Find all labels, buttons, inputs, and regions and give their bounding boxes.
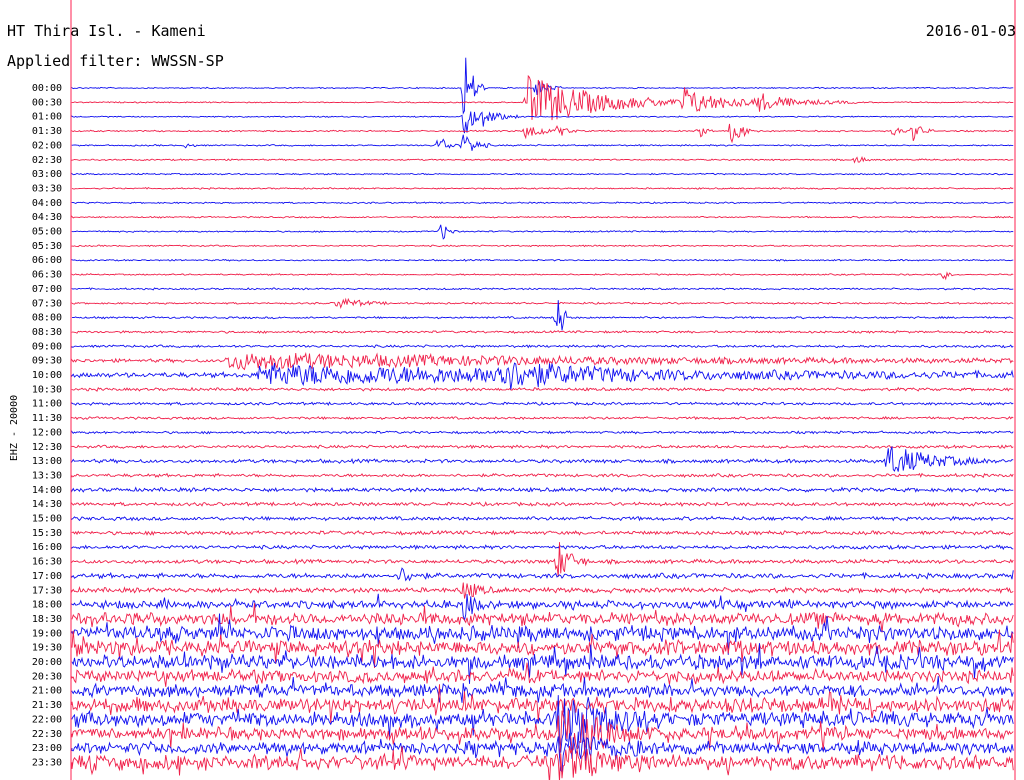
- row-label-1700: 17:00: [32, 571, 62, 582]
- row-label-0500: 05:00: [32, 227, 62, 238]
- row-label-1400: 14:00: [32, 485, 62, 496]
- trace-row-0500: [71, 224, 1014, 240]
- trace-row-1130: [71, 415, 1014, 421]
- row-label-2100: 21:00: [32, 686, 62, 697]
- row-label-1800: 18:00: [32, 600, 62, 611]
- row-label-1100: 11:00: [32, 399, 62, 410]
- trace-row-1530: [71, 529, 1014, 536]
- trace-row-0730: [71, 297, 1014, 309]
- row-label-0000: 00:00: [32, 83, 62, 94]
- row-label-1930: 19:30: [32, 643, 62, 654]
- trace-row-2030: [71, 662, 1014, 687]
- row-label-0930: 09:30: [32, 356, 62, 367]
- row-label-1130: 11:30: [32, 413, 62, 424]
- row-label-1830: 18:30: [32, 614, 62, 625]
- seismic-traces: [71, 57, 1014, 780]
- row-label-0630: 06:30: [32, 270, 62, 281]
- row-label-2300: 23:00: [32, 743, 62, 754]
- trace-row-1000: [71, 362, 1014, 391]
- row-label-2200: 22:00: [32, 714, 62, 725]
- row-label-1500: 15:00: [32, 514, 62, 525]
- row-label-0700: 07:00: [32, 284, 62, 295]
- trace-row-0700: [71, 287, 1014, 291]
- trace-row-0430: [71, 215, 1014, 219]
- trace-row-0130: [71, 123, 1014, 144]
- row-label-0200: 02:00: [32, 140, 62, 151]
- row-label-1430: 14:30: [32, 499, 62, 510]
- trace-row-2100: [71, 676, 1014, 703]
- row-label-1000: 10:00: [32, 370, 62, 381]
- trace-row-0900: [71, 344, 1014, 349]
- row-label-0900: 09:00: [32, 341, 62, 352]
- row-label-0230: 02:30: [32, 155, 62, 166]
- trace-row-1230: [71, 444, 1014, 450]
- row-label-1330: 13:30: [32, 470, 62, 481]
- trace-row-0400: [71, 201, 1014, 205]
- filter-label: Applied filter: WWSSN-SP: [7, 52, 224, 70]
- row-label-0400: 04:00: [32, 198, 62, 209]
- trace-row-0830: [71, 330, 1014, 334]
- trace-row-0300: [71, 172, 1014, 176]
- trace-row-0200: [71, 134, 1014, 151]
- row-label-1200: 12:00: [32, 427, 62, 438]
- helicorder-plot: 00:00 00:30 01:00 01:30 02:00 02:30 03:00 03:30…: [7, 0, 1016, 780]
- date-label: 2016-01-03: [926, 22, 1016, 40]
- row-label-2230: 22:30: [32, 729, 62, 740]
- row-label-0030: 00:30: [32, 97, 62, 108]
- row-label-1530: 15:30: [32, 528, 62, 539]
- trace-row-1830: [71, 603, 1014, 633]
- trace-row-1430: [71, 501, 1014, 507]
- row-label-2000: 20:00: [32, 657, 62, 668]
- trace-row-0230: [71, 156, 1014, 164]
- row-label-0830: 08:30: [32, 327, 62, 338]
- station-title: HT Thira Isl. - Kameni: [7, 22, 206, 40]
- trace-row-1200: [71, 430, 1014, 435]
- row-label-0600: 06:00: [32, 255, 62, 266]
- trace-row-0930: [71, 352, 1014, 371]
- trace-row-2330: [71, 745, 1014, 780]
- row-label-2130: 21:30: [32, 700, 62, 711]
- trace-row-0030: [71, 74, 1014, 121]
- trace-row-0630: [71, 271, 1014, 281]
- trace-row-1730: [71, 582, 1014, 599]
- row-label-0330: 03:30: [32, 183, 62, 194]
- trace-row-1500: [71, 515, 1014, 522]
- row-label-0430: 04:30: [32, 212, 62, 223]
- trace-row-0530: [71, 244, 1014, 248]
- row-label-0800: 08:00: [32, 313, 62, 324]
- trace-row-1300: [71, 446, 1014, 472]
- row-label-0730: 07:30: [32, 298, 62, 309]
- trace-row-1400: [71, 486, 1014, 493]
- row-label-1600: 16:00: [32, 542, 62, 553]
- channel-label: EHZ - 20000: [9, 395, 20, 461]
- trace-row-1030: [71, 386, 1014, 392]
- trace-row-1600: [71, 544, 1014, 551]
- row-label-1730: 17:30: [32, 585, 62, 596]
- trace-row-0100: [71, 111, 1014, 134]
- row-label-2330: 23:30: [32, 757, 62, 768]
- row-label-0100: 01:00: [32, 112, 62, 123]
- row-label-1300: 13:00: [32, 456, 62, 467]
- trace-row-0600: [71, 258, 1014, 262]
- time-axis-labels: 00:00 00:30 01:00 01:30 02:00 02:30 03:00 03:30…: [32, 83, 62, 768]
- row-label-1900: 19:00: [32, 628, 62, 639]
- trace-row-1330: [71, 472, 1014, 479]
- trace-row-2300: [71, 731, 1014, 774]
- trace-row-0330: [71, 186, 1014, 190]
- trace-row-1100: [71, 401, 1014, 407]
- row-label-2030: 20:30: [32, 671, 62, 682]
- row-label-0530: 05:30: [32, 241, 62, 252]
- row-label-0300: 03:00: [32, 169, 62, 180]
- row-label-1030: 10:30: [32, 384, 62, 395]
- trace-row-0800: [71, 300, 1014, 331]
- row-label-1630: 16:30: [32, 557, 62, 568]
- row-label-1230: 12:30: [32, 442, 62, 453]
- row-label-0130: 01:30: [32, 126, 62, 137]
- trace-row-1700: [71, 567, 1014, 582]
